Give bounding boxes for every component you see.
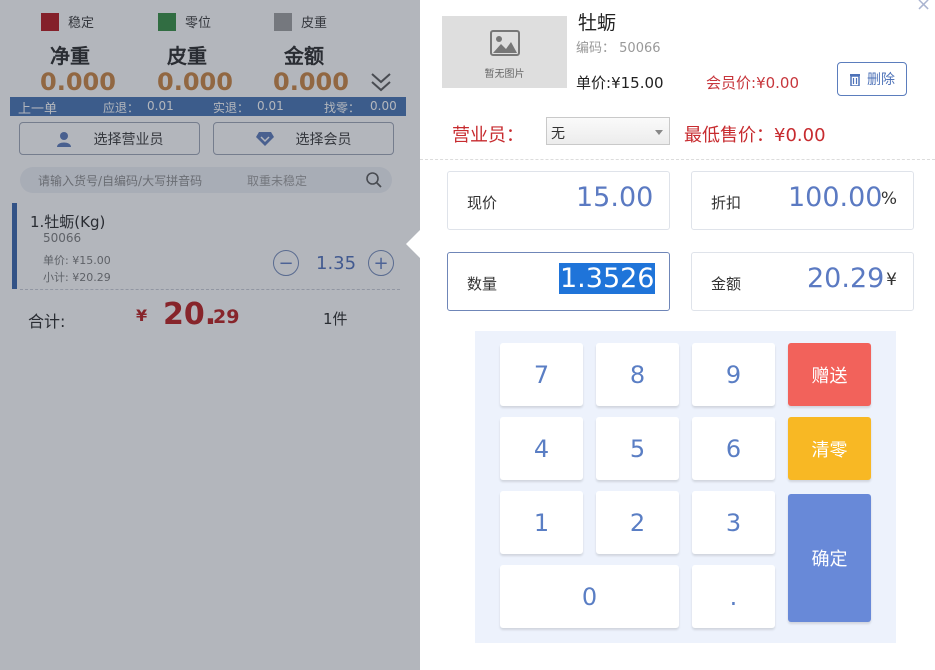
current-price-value: 15.00 <box>576 182 654 213</box>
member-price: 会员价:¥0.00 <box>706 72 799 93</box>
discount-field[interactable]: 折扣 100.00 % <box>691 171 914 230</box>
min-price-value: ¥0.00 <box>774 125 826 146</box>
product-code-value: 50066 <box>619 41 661 56</box>
unit-price-label: 单价: <box>576 74 612 92</box>
clear-button[interactable]: 清零 <box>788 417 871 480</box>
gift-button[interactable]: 赠送 <box>788 343 871 406</box>
product-code: 编码： 50066 <box>576 37 661 56</box>
key-0[interactable]: 0 <box>500 565 679 628</box>
key-5[interactable]: 5 <box>596 417 679 480</box>
product-name: 牡蛎 <box>578 12 617 34</box>
trash-icon <box>850 74 860 86</box>
unit-price-value: ¥15.00 <box>611 74 664 92</box>
key-9[interactable]: 9 <box>692 343 775 406</box>
pos-panel: 稳定 零位 皮重 净重 皮重 金额 0.000 0.000 0.000 上一单 … <box>0 0 420 670</box>
amount-field[interactable]: 金额 20.29 ¥ <box>691 252 914 311</box>
key-1[interactable]: 1 <box>500 491 583 554</box>
quantity-value[interactable]: 1.3526 <box>559 263 656 294</box>
section-divider <box>420 159 935 160</box>
key-4[interactable]: 4 <box>500 417 583 480</box>
product-image-placeholder: 暂无图片 <box>442 16 567 88</box>
popover-arrow <box>406 230 420 258</box>
amount-field-value: 20.29 <box>807 263 885 294</box>
delete-label: 删除 <box>867 72 895 88</box>
numeric-keypad: 7 8 9 赠送 4 5 6 清零 1 2 3 确定 0 . <box>475 331 896 643</box>
min-price-label: 最低售价： <box>684 125 774 146</box>
clerk-select[interactable]: 无 <box>546 117 670 145</box>
key-7[interactable]: 7 <box>500 343 583 406</box>
close-icon[interactable]: × <box>916 0 935 14</box>
clerk-label: 营业员： <box>452 125 524 146</box>
unit-price: 单价:¥15.00 <box>576 72 664 93</box>
member-price-value: ¥0.00 <box>756 74 800 92</box>
key-2[interactable]: 2 <box>596 491 679 554</box>
percent-suffix: % <box>880 189 897 209</box>
key-3[interactable]: 3 <box>692 491 775 554</box>
dropdown-arrow-icon <box>655 130 663 135</box>
product-code-label: 编码： <box>576 41 616 56</box>
clerk-selected-value: 无 <box>551 126 565 142</box>
delete-item-button[interactable]: 删除 <box>837 62 907 96</box>
min-price: 最低售价：¥0.00 <box>684 121 826 147</box>
current-price-label: 现价 <box>467 194 498 212</box>
key-dot[interactable]: . <box>692 565 775 628</box>
discount-label: 折扣 <box>711 194 742 212</box>
image-icon <box>490 30 520 56</box>
item-edit-panel: 暂无图片 牡蛎 编码： 50066 单价:¥15.00 会员价:¥0.00 删除… <box>420 0 935 670</box>
no-image-note: 暂无图片 <box>484 69 525 80</box>
member-price-label: 会员价: <box>706 74 757 92</box>
quantity-label: 数量 <box>467 275 498 293</box>
confirm-button[interactable]: 确定 <box>788 494 871 622</box>
key-8[interactable]: 8 <box>596 343 679 406</box>
current-price-field[interactable]: 现价 15.00 <box>447 171 670 230</box>
discount-value: 100.00 <box>788 182 883 213</box>
modal-overlay[interactable] <box>0 0 420 670</box>
currency-suffix: ¥ <box>886 270 897 290</box>
key-6[interactable]: 6 <box>692 417 775 480</box>
quantity-field[interactable]: 数量 1.3526 <box>447 252 670 311</box>
amount-field-label: 金额 <box>711 275 742 293</box>
